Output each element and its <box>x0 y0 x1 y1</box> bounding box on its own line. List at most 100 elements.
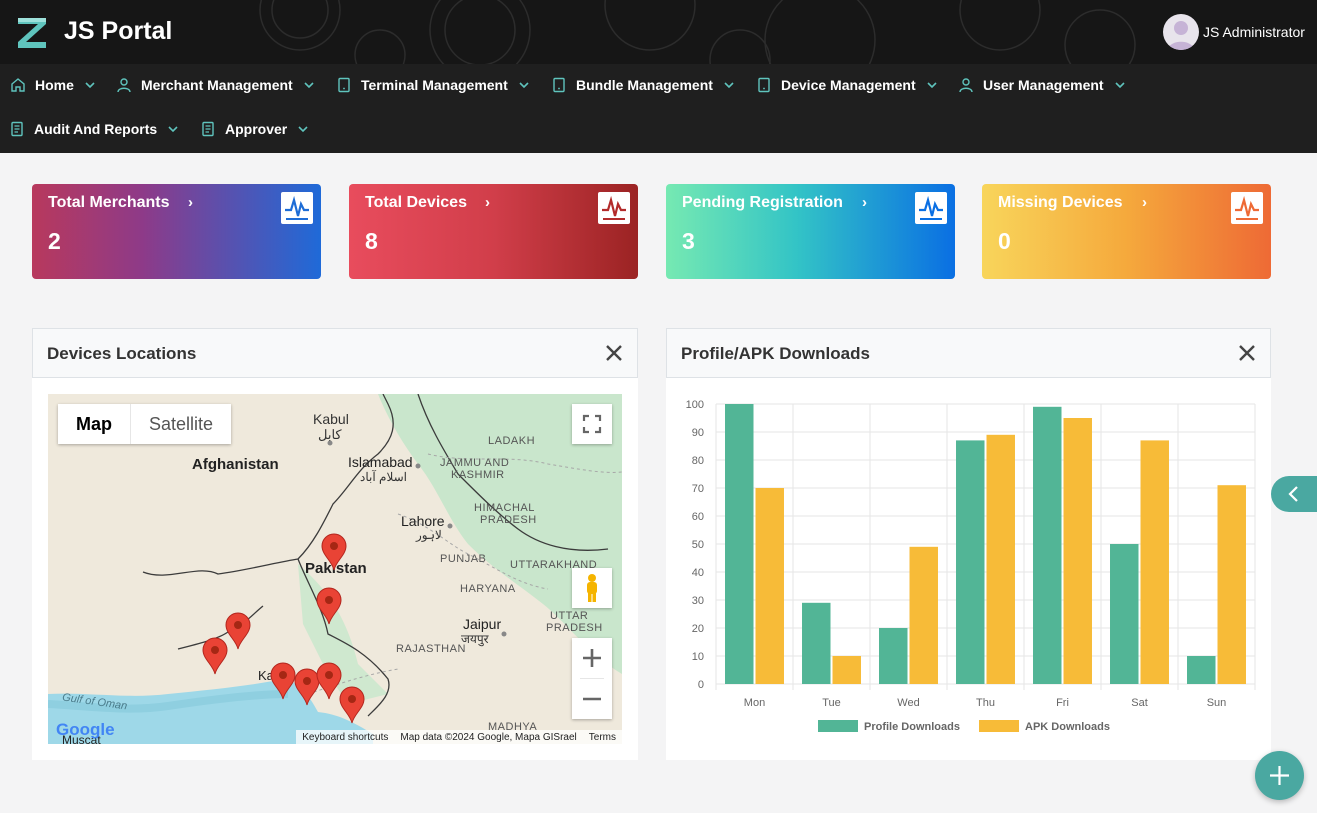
close-icon[interactable] <box>605 344 623 362</box>
bar-apk-sat[interactable] <box>1140 440 1169 684</box>
nav-label: Terminal Management <box>361 77 508 93</box>
sidebar-toggle-button[interactable] <box>1271 476 1317 512</box>
chevron-down-icon <box>298 124 308 134</box>
terms-link[interactable]: Terms <box>583 732 622 743</box>
stat-title: Pending Registration <box>682 194 843 211</box>
map-label: لاہور <box>416 528 442 542</box>
bar-profile-fri[interactable] <box>1033 406 1062 684</box>
bar-apk-thu[interactable] <box>986 434 1015 684</box>
stat-value: 3 <box>682 228 695 254</box>
js-logo-icon[interactable] <box>14 14 50 50</box>
person-icon <box>958 77 974 93</box>
zoom-out-icon[interactable] <box>572 679 612 719</box>
bar-profile-thu[interactable] <box>956 440 985 684</box>
chevron-down-icon <box>519 80 529 90</box>
map-label: اسلام آباد <box>360 470 407 484</box>
bar-apk-mon[interactable] <box>755 488 784 684</box>
avatar[interactable] <box>1163 14 1199 50</box>
chart-pulse-icon <box>1231 192 1263 224</box>
map-marker[interactable] <box>202 637 228 675</box>
bar-profile-sat[interactable] <box>1110 544 1139 684</box>
add-floating-button[interactable] <box>1255 751 1304 800</box>
nav-item-bundle-management[interactable]: Bundle Management <box>551 74 734 96</box>
map-type-control: Map Satellite <box>58 404 232 444</box>
home-icon <box>10 77 26 93</box>
nav-item-approver[interactable]: Approver <box>200 118 308 140</box>
stat-card-total-devices[interactable]: Total Devices › 8 <box>349 184 638 279</box>
app-title[interactable]: JS Portal <box>64 17 172 46</box>
bar-profile-mon[interactable] <box>725 404 754 684</box>
tablet-icon <box>756 77 772 93</box>
bar-apk-fri[interactable] <box>1063 418 1092 684</box>
map-marker[interactable] <box>316 587 342 625</box>
map-label: JAMMU AND <box>440 457 510 469</box>
map-label: PUNJAB <box>440 553 487 565</box>
nav-label: Approver <box>225 121 288 137</box>
street-view-button[interactable] <box>572 568 612 608</box>
nav-item-device-management[interactable]: Device Management <box>756 74 937 96</box>
chevron-down-icon <box>168 124 178 134</box>
fullscreen-button[interactable] <box>572 404 612 444</box>
zoom-in-icon[interactable] <box>572 638 612 678</box>
zoom-control <box>572 638 612 719</box>
map-type-satellite-button[interactable]: Satellite <box>130 404 231 444</box>
nav-item-home[interactable]: Home <box>10 74 95 96</box>
nav-item-merchant-management[interactable]: Merchant Management <box>116 74 314 96</box>
map-marker[interactable] <box>270 662 296 700</box>
map-type-map-button[interactable]: Map <box>58 404 130 444</box>
panel-header: Devices Locations <box>32 328 638 378</box>
x-tick-label: Wed <box>897 697 919 709</box>
stat-title: Total Devices <box>365 194 467 211</box>
main-nav: Home Merchant Management Terminal Manage… <box>0 64 1317 153</box>
plus-icon <box>1270 766 1289 785</box>
stat-value: 0 <box>998 228 1011 254</box>
document-icon <box>9 121 25 137</box>
nav-item-user-management[interactable]: User Management <box>958 74 1125 96</box>
y-tick-label: 10 <box>692 651 704 663</box>
y-tick-label: 80 <box>692 455 704 467</box>
map-label: PRADESH <box>546 622 603 634</box>
nav-item-terminal-management[interactable]: Terminal Management <box>336 74 529 96</box>
legend-label: Profile Downloads <box>864 721 960 733</box>
map-data-text: Map data ©2024 Google, Mapa GISrael <box>400 731 577 743</box>
x-tick-label: Sat <box>1131 697 1148 709</box>
stat-card-pending-registration[interactable]: Pending Registration › 3 <box>666 184 955 279</box>
y-tick-label: 70 <box>692 483 704 495</box>
user-name[interactable]: JS Administrator <box>1203 24 1305 40</box>
map-label: PRADESH <box>480 514 537 526</box>
fullscreen-icon <box>582 414 602 434</box>
keyboard-shortcuts-link[interactable]: Keyboard shortcuts <box>296 732 394 743</box>
devices-map[interactable]: Kabul کابل Afghanistan Islamabad اسلام آ… <box>48 394 622 744</box>
map-label: UTTAR <box>550 610 589 622</box>
tablet-icon <box>336 77 352 93</box>
bar-apk-sun[interactable] <box>1217 485 1246 684</box>
chevron-right-icon: › <box>862 194 867 211</box>
nav-item-audit-and-reports[interactable]: Audit And Reports <box>9 118 178 140</box>
chevron-down-icon <box>304 80 314 90</box>
bar-profile-tue[interactable] <box>802 602 831 684</box>
map-marker[interactable] <box>339 686 365 724</box>
bar-apk-wed[interactable] <box>909 546 938 684</box>
nav-label: Home <box>35 77 74 93</box>
stat-value: 2 <box>48 228 61 254</box>
bar-profile-wed[interactable] <box>879 628 908 684</box>
chevron-right-icon: › <box>485 194 490 211</box>
stat-card-missing-devices[interactable]: Missing Devices › 0 <box>982 184 1271 279</box>
map-label: کابل <box>318 427 342 442</box>
chart-pulse-icon <box>598 192 630 224</box>
nav-label: Device Management <box>781 77 916 93</box>
document-icon <box>200 121 216 137</box>
map-marker[interactable] <box>225 612 251 650</box>
y-tick-label: 0 <box>698 679 704 691</box>
bar-apk-tue[interactable] <box>832 656 861 684</box>
close-icon[interactable] <box>1238 344 1256 362</box>
nav-label: Bundle Management <box>576 77 713 93</box>
y-tick-label: 100 <box>686 399 704 411</box>
stat-card-total-merchants[interactable]: Total Merchants › 2 <box>32 184 321 279</box>
chart-pulse-icon <box>915 192 947 224</box>
map-label: Islamabad <box>348 454 413 470</box>
map-marker[interactable] <box>321 533 347 571</box>
x-tick-label: Mon <box>744 697 765 709</box>
devices-locations-panel: Devices Locations Kabul کابل Afghanistan… <box>32 328 638 760</box>
bar-profile-sun[interactable] <box>1187 656 1216 684</box>
